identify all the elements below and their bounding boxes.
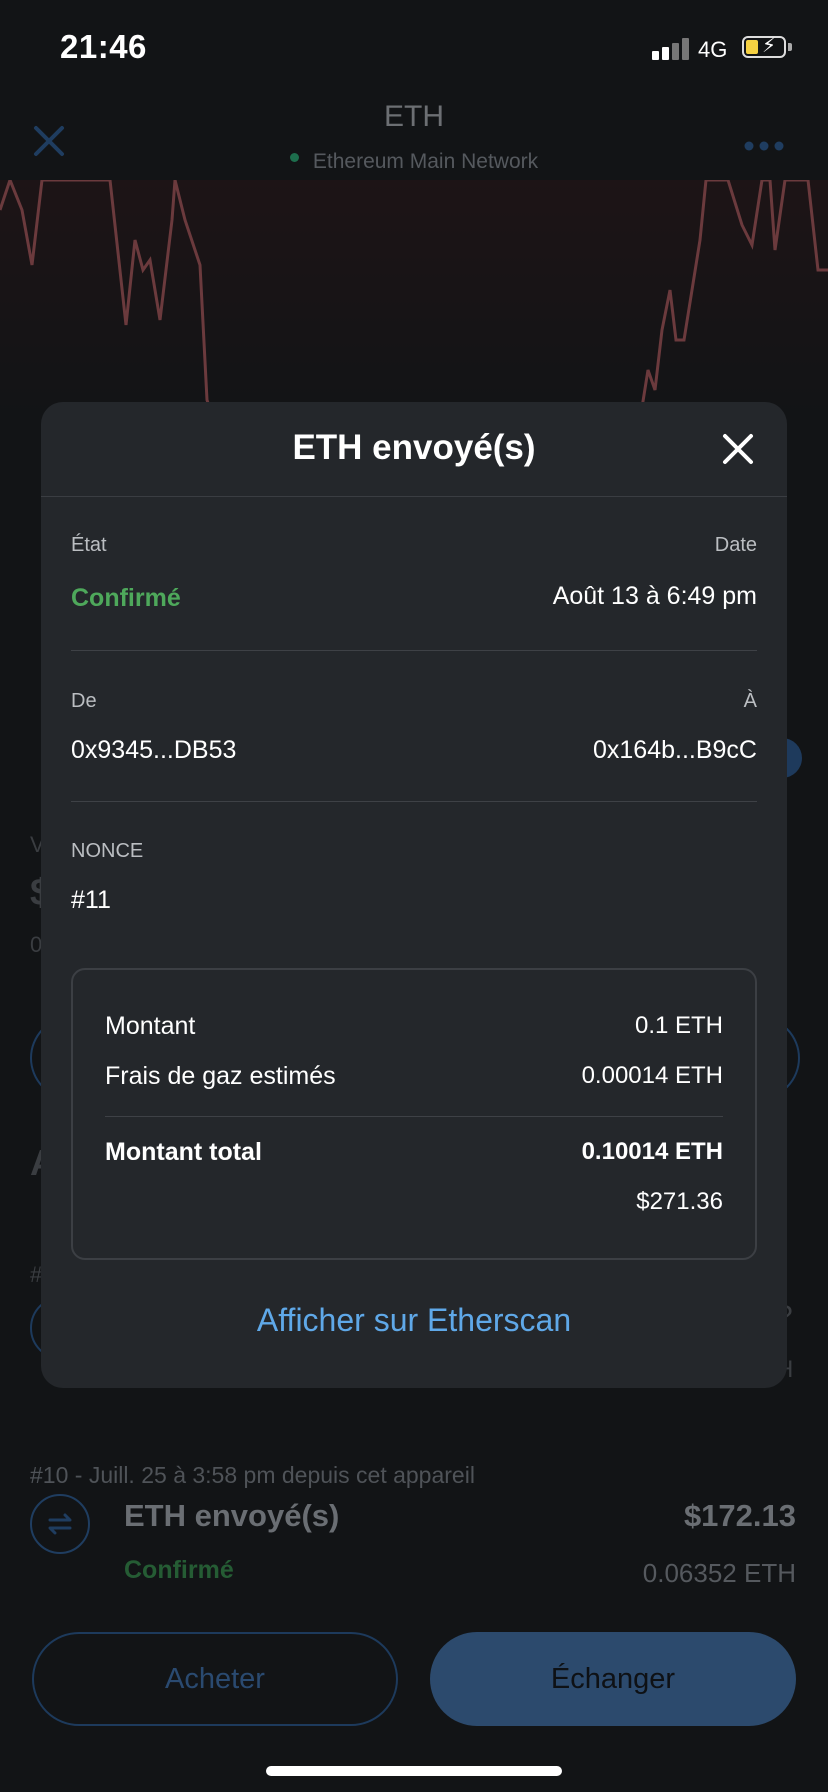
- swap-button[interactable]: Échanger: [430, 1632, 796, 1726]
- asset-title: ETH: [384, 100, 444, 133]
- history-item-crypto: 0.06352 ETH: [642, 1558, 796, 1588]
- nonce-label: NONCE: [71, 840, 144, 862]
- network-status-dot: [289, 153, 299, 162]
- amount-label: Montant: [105, 1012, 196, 1040]
- network-name: Ethereum Main Network: [312, 150, 539, 173]
- more-icon[interactable]: [744, 138, 784, 151]
- battery-cap: [788, 43, 792, 51]
- amount-value: 0.1 ETH: [634, 1012, 723, 1039]
- close-icon[interactable]: [721, 432, 755, 466]
- buy-button[interactable]: Acheter: [32, 1632, 398, 1726]
- amount-summary-box: Montant 0.1 ETH Frais de gaz estimés 0.0…: [71, 968, 757, 1260]
- total-value: 0.10014 ETH: [581, 1138, 723, 1165]
- price-chart: [0, 175, 828, 421]
- home-indicator[interactable]: [266, 1766, 562, 1776]
- date-label: Date: [714, 534, 757, 556]
- status-value: Confirmé: [71, 584, 181, 612]
- gas-fee-label: Frais de gaz estimés: [105, 1062, 336, 1090]
- to-label: À: [743, 690, 757, 712]
- battery-icon: ⚡: [742, 35, 786, 58]
- history-item-status: Confirmé: [124, 1556, 234, 1584]
- section-divider: [71, 650, 757, 651]
- signal-icon: [652, 38, 690, 60]
- view-on-etherscan-link[interactable]: Afficher sur Etherscan: [41, 1302, 787, 1339]
- history-item-fiat: $172.13: [683, 1498, 796, 1533]
- gas-fee-value: 0.00014 ETH: [581, 1062, 723, 1089]
- modal-title: ETH envoyé(s): [292, 428, 536, 467]
- status-time: 21:46: [60, 28, 147, 65]
- modal-header-divider: [41, 496, 787, 497]
- network-type: 4G: [698, 37, 728, 62]
- status-label: État: [71, 534, 107, 556]
- status-bar: 21:46 4G ⚡: [0, 0, 828, 100]
- nonce-value: #11: [71, 886, 111, 914]
- history-item-title[interactable]: ETH envoyé(s): [124, 1498, 339, 1534]
- swap-arrows-icon: [30, 1494, 90, 1554]
- summary-divider: [105, 1116, 723, 1117]
- network-label: Ethereum Main Network: [0, 150, 828, 174]
- from-label: De: [71, 690, 97, 712]
- history-item-meta: #10 - Juill. 25 à 3:58 pm depuis cet app…: [30, 1462, 475, 1488]
- section-divider: [71, 801, 757, 802]
- total-label: Montant total: [105, 1138, 262, 1166]
- total-fiat-value: $271.36: [636, 1188, 723, 1215]
- date-value: Août 13 à 6:49 pm: [552, 582, 757, 610]
- transaction-details-modal: ETH envoyé(s) État Date Confirmé Août 13…: [41, 402, 787, 1388]
- from-address[interactable]: 0x9345...DB53: [71, 736, 236, 765]
- to-address[interactable]: 0x164b...B9cC: [593, 736, 757, 765]
